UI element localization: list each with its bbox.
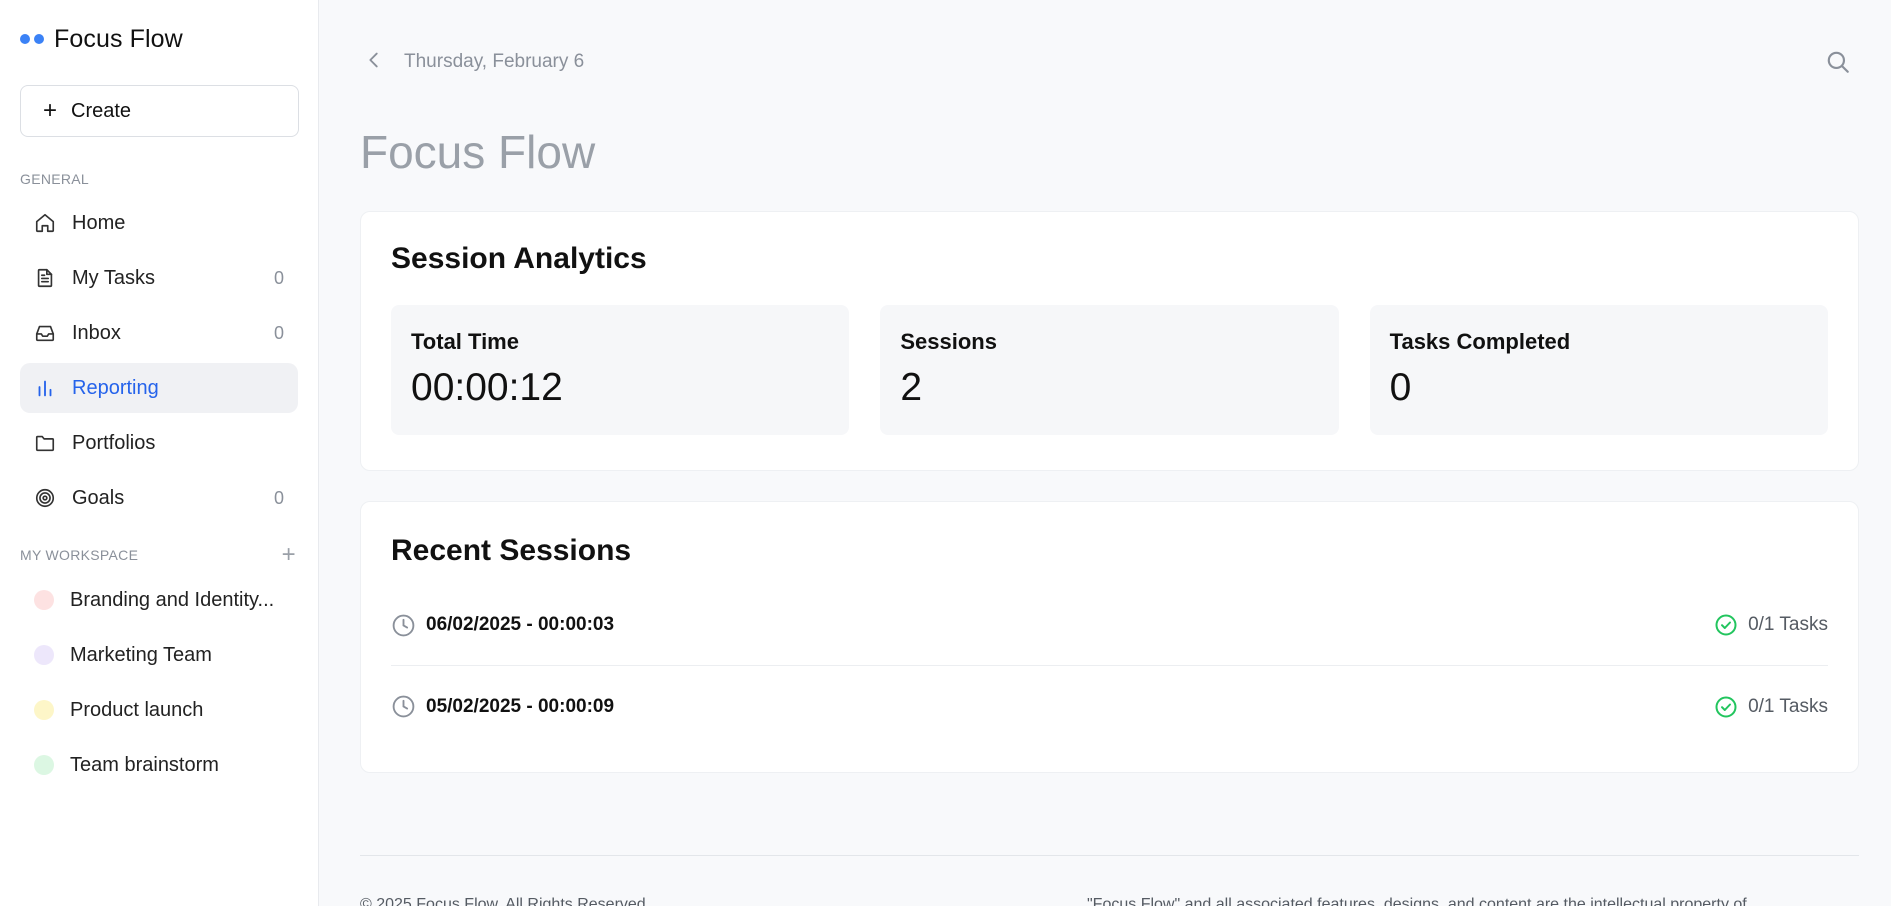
nav-item-label: Goals bbox=[72, 486, 125, 509]
general-heading: GENERAL bbox=[20, 171, 90, 187]
stat-sessions: Sessions 2 bbox=[880, 305, 1339, 435]
footer-copyright: © 2025 Focus Flow. All Rights Reserved. bbox=[360, 896, 651, 906]
nav-item-label: Home bbox=[72, 211, 126, 234]
document-icon bbox=[34, 267, 56, 289]
project-color-dot bbox=[34, 590, 54, 610]
nav-item-label: Portfolios bbox=[72, 431, 156, 454]
session-tasks: 0/1 Tasks bbox=[1714, 613, 1828, 637]
nav-item-label: My Tasks bbox=[72, 266, 155, 289]
stat-value: 00:00:12 bbox=[411, 366, 563, 409]
project-label: Marketing Team bbox=[70, 643, 212, 666]
stat-label: Tasks Completed bbox=[1389, 329, 1571, 354]
project-item[interactable]: Team brainstorm bbox=[20, 740, 298, 790]
project-label: Product launch bbox=[70, 698, 204, 721]
bar-chart-icon bbox=[34, 377, 56, 399]
back-chevron-icon[interactable] bbox=[362, 48, 386, 72]
folder-icon bbox=[34, 432, 56, 454]
logo-icon bbox=[20, 34, 44, 44]
section-label-workspace: MY WORKSPACE + bbox=[20, 543, 298, 567]
stat-tasks-completed: Tasks Completed 0 bbox=[1369, 305, 1828, 435]
inbox-icon bbox=[34, 322, 56, 344]
nav-item-reporting[interactable]: Reporting bbox=[20, 363, 298, 413]
nav-item-count: 0 bbox=[273, 322, 284, 343]
home-icon bbox=[34, 212, 56, 234]
project-item[interactable]: Marketing Team bbox=[20, 630, 298, 680]
plus-icon: + bbox=[43, 97, 58, 124]
footer-legal: "Focus Flow" and all associated features… bbox=[1087, 896, 1747, 906]
project-color-dot bbox=[34, 755, 54, 775]
nav-item-count: 0 bbox=[273, 487, 284, 508]
session-tasks: 0/1 Tasks bbox=[1714, 695, 1828, 719]
brand-title: Focus Flow bbox=[54, 24, 183, 53]
project-item[interactable]: Branding and Identity... bbox=[20, 575, 298, 625]
page-title: Focus Flow bbox=[360, 126, 596, 178]
clock-icon bbox=[392, 695, 415, 718]
stats-row: Total Time 00:00:12 Sessions 2 Tasks Com… bbox=[391, 305, 1828, 435]
stat-value: 0 bbox=[1389, 366, 1412, 409]
nav-item-inbox[interactable]: Inbox 0 bbox=[20, 308, 298, 358]
session-row[interactable]: 06/02/2025 - 00:00:03 0/1 Tasks bbox=[391, 585, 1828, 666]
check-circle-icon bbox=[1715, 614, 1737, 636]
session-list: 06/02/2025 - 00:00:03 0/1 Tasks 05/02/20… bbox=[391, 585, 1828, 747]
footer-divider bbox=[360, 855, 1859, 856]
project-color-dot bbox=[34, 700, 54, 720]
search-icon[interactable] bbox=[1825, 49, 1851, 75]
clock-icon bbox=[392, 614, 415, 636]
stat-label: Total Time bbox=[411, 329, 519, 354]
project-color-dot bbox=[34, 645, 54, 665]
analytics-title: Session Analytics bbox=[391, 242, 647, 275]
recent-sessions-card: Recent Sessions 06/02/2025 - 00:00:03 0/… bbox=[360, 501, 1859, 773]
sidebar: Focus Flow + Create GENERAL Home My Task… bbox=[0, 0, 319, 906]
stat-label: Sessions bbox=[900, 329, 997, 354]
create-button[interactable]: + Create bbox=[20, 85, 299, 137]
nav-item-count: 0 bbox=[273, 267, 284, 288]
workspace-heading: MY WORKSPACE bbox=[20, 547, 139, 563]
nav-item-home[interactable]: Home bbox=[20, 198, 298, 248]
stat-total-time: Total Time 00:00:12 bbox=[391, 305, 850, 435]
target-icon bbox=[34, 487, 56, 509]
project-label: Branding and Identity... bbox=[70, 588, 275, 611]
main-content: Thursday, February 6 Focus Flow Session … bbox=[319, 0, 1891, 906]
check-circle-icon bbox=[1715, 696, 1737, 717]
primary-nav: Home My Tasks 0 Inbox 0 Reporting Portfo… bbox=[20, 198, 298, 523]
nav-item-my-tasks[interactable]: My Tasks 0 bbox=[20, 253, 298, 303]
session-tasks-label: 0/1 Tasks bbox=[1748, 695, 1828, 717]
nav-item-portfolios[interactable]: Portfolios bbox=[20, 418, 298, 468]
project-label: Team brainstorm bbox=[70, 753, 219, 776]
nav-item-label: Reporting bbox=[72, 376, 159, 399]
project-list: Branding and Identity... Marketing Team … bbox=[20, 575, 298, 790]
app-root: Focus Flow + Create GENERAL Home My Task… bbox=[0, 0, 1891, 906]
nav-item-label: Inbox bbox=[72, 321, 121, 344]
top-bar: Thursday, February 6 bbox=[360, 0, 1859, 128]
session-row[interactable]: 05/02/2025 - 00:00:09 0/1 Tasks bbox=[391, 666, 1828, 747]
create-button-label: Create bbox=[71, 99, 132, 122]
session-analytics-card: Session Analytics Total Time 00:00:12 Se… bbox=[360, 211, 1859, 471]
brand: Focus Flow bbox=[20, 0, 298, 78]
section-label-general: GENERAL bbox=[20, 169, 298, 189]
nav-item-goals[interactable]: Goals 0 bbox=[20, 473, 298, 523]
project-item[interactable]: Product launch bbox=[20, 685, 298, 735]
current-date: Thursday, February 6 bbox=[404, 51, 585, 72]
session-datetime: 06/02/2025 - 00:00:03 bbox=[426, 614, 615, 635]
stat-value: 2 bbox=[900, 366, 923, 409]
session-datetime: 05/02/2025 - 00:00:09 bbox=[426, 695, 615, 717]
recent-sessions-title: Recent Sessions bbox=[391, 534, 632, 567]
add-project-icon[interactable]: + bbox=[282, 543, 296, 567]
session-tasks-label: 0/1 Tasks bbox=[1748, 614, 1828, 635]
